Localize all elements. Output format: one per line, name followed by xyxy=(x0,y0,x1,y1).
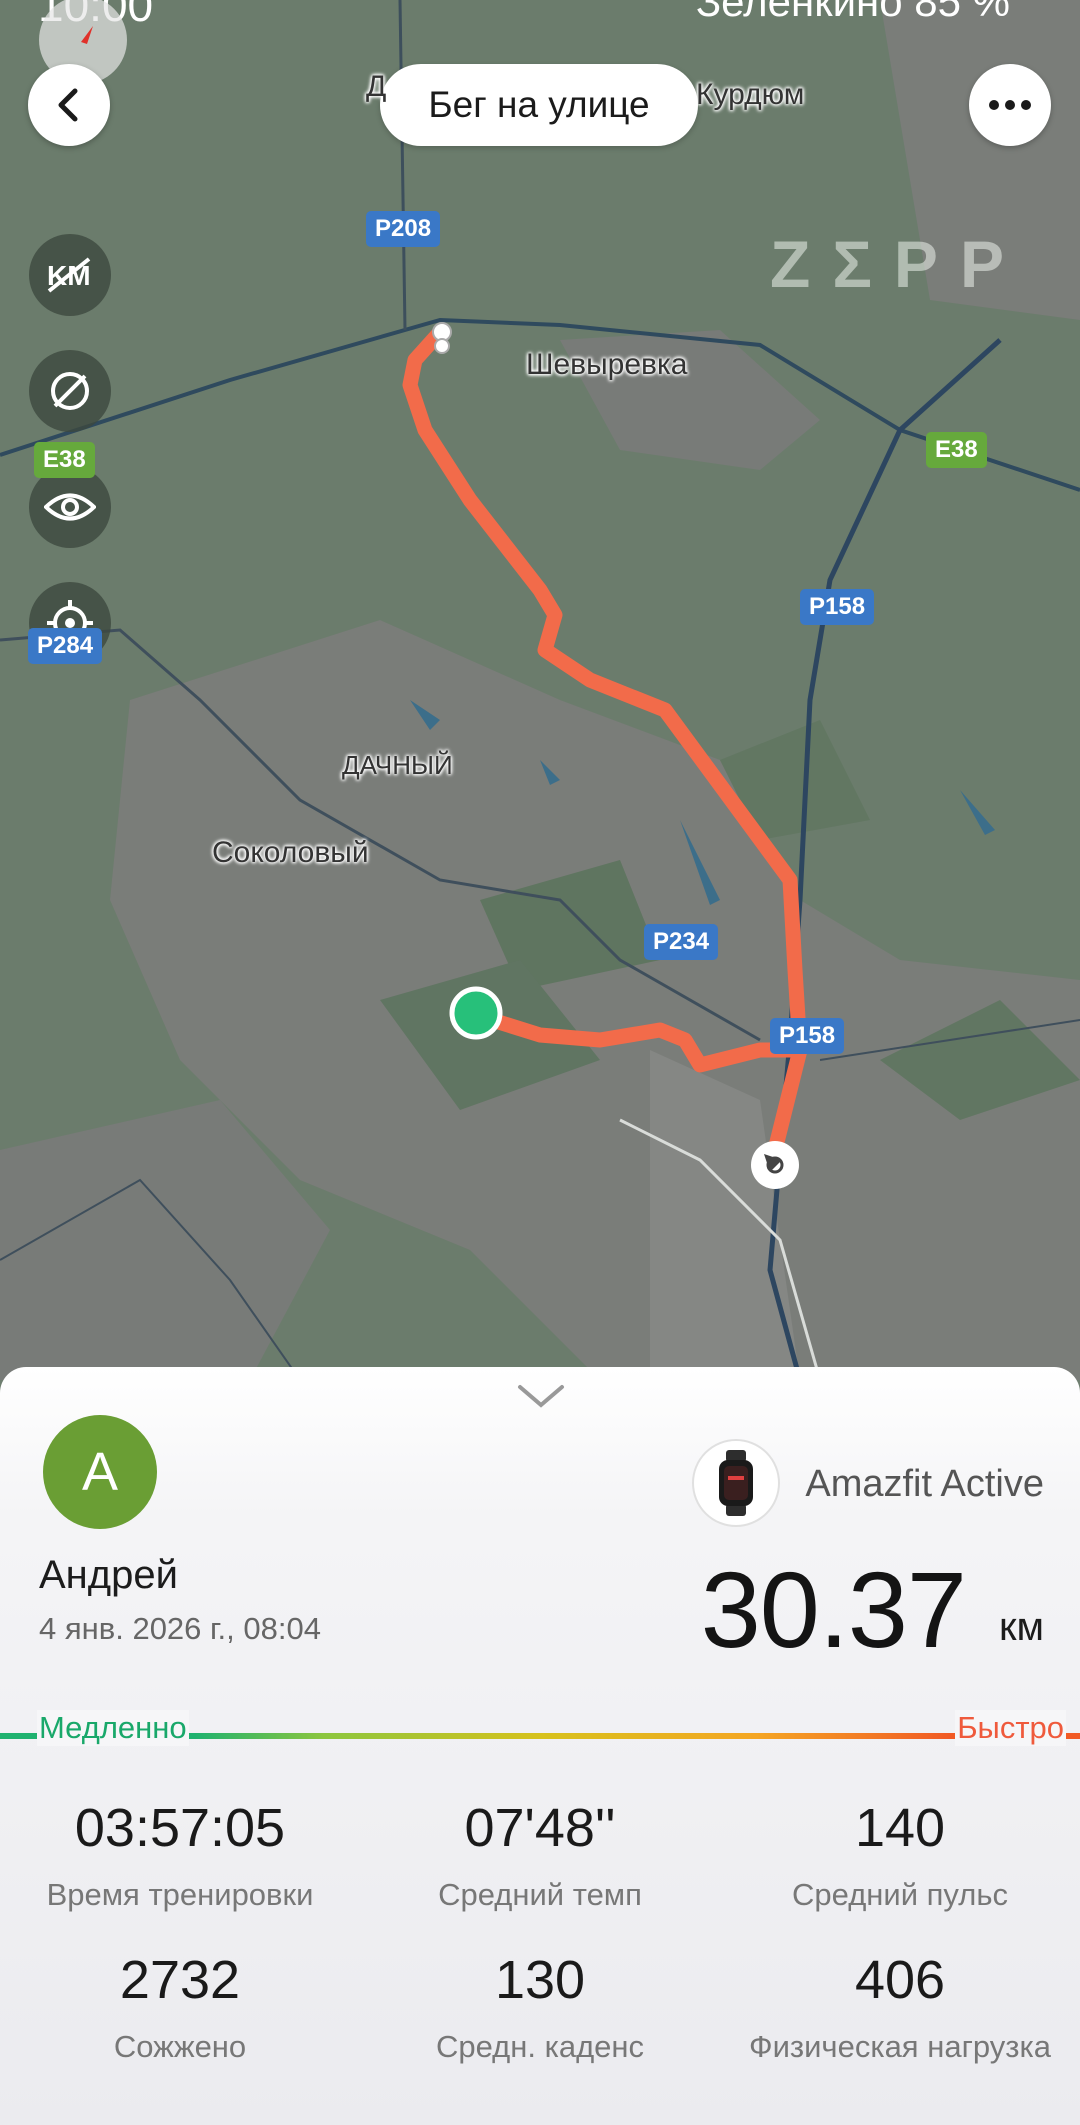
more-button[interactable] xyxy=(969,64,1051,146)
stat-label: Средн. каденс xyxy=(435,2029,645,2064)
stat-value: 07'48'' xyxy=(464,1798,616,1858)
finish-marker xyxy=(751,1141,799,1189)
stat-label: Средний темп xyxy=(438,1877,642,1912)
stat-label: Сожжено xyxy=(113,2029,247,2064)
back-button[interactable] xyxy=(28,64,110,146)
back-arrow-icon xyxy=(58,88,78,122)
route-off-icon xyxy=(51,372,89,410)
device-name: Amazfit Active xyxy=(805,1463,1044,1505)
page-title: Бег на улице xyxy=(380,64,698,146)
workout-date: 4 янв. 2026 г., 08:04 xyxy=(39,1611,321,1646)
road-badge: E38 xyxy=(926,432,987,468)
stat-value: 140 xyxy=(854,1798,946,1858)
stat-label: Физическая нагрузка xyxy=(749,2029,1051,2064)
more-dots-icon xyxy=(989,100,1031,110)
stat-value: 130 xyxy=(494,1950,586,2010)
stat-value: 2732 xyxy=(119,1950,241,2010)
user-name: Андрей xyxy=(39,1553,178,1597)
stat-cadence: 130 Средн. каденс xyxy=(360,1949,720,2065)
stat-duration: 03:57:05 Время тренировки xyxy=(0,1797,360,1913)
road-badge: P158 xyxy=(800,589,875,625)
place-label: Шевыревка xyxy=(526,348,688,381)
zepp-watermark: ZΣPP xyxy=(770,227,1026,301)
status-right: Зеленкино 85 % xyxy=(695,0,1010,25)
place-label: Курдюм xyxy=(696,78,805,111)
start-marker xyxy=(449,986,503,1040)
distance-value: 30.37 xyxy=(700,1549,967,1670)
route-map[interactable] xyxy=(0,0,1080,1380)
road-badge: E38 xyxy=(34,442,95,478)
stat-pace: 07'48'' Средний темп xyxy=(360,1797,720,1913)
road-badge: P234 xyxy=(644,924,719,960)
eye-icon xyxy=(44,493,96,521)
stat-label: Время тренировки xyxy=(46,1877,314,1912)
map-canvas[interactable] xyxy=(0,0,1080,1380)
stat-training-load: 406 Физическая нагрузка xyxy=(720,1949,1080,2065)
stat-value: 406 xyxy=(854,1950,946,2010)
place-label: Соколовый xyxy=(212,836,369,869)
pace-color-toggle[interactable] xyxy=(29,350,111,432)
collapse-chevron-icon[interactable] xyxy=(516,1381,566,1416)
stat-value: 03:57:05 xyxy=(74,1798,286,1858)
view-toggle[interactable] xyxy=(29,466,111,548)
stat-heart-rate: 140 Средний пульс xyxy=(720,1797,1080,1913)
place-label: ДАЧНЫЙ xyxy=(342,750,453,780)
km-icon: KM xyxy=(47,257,91,293)
road-badge: P208 xyxy=(366,211,441,247)
place-label: Д xyxy=(366,70,387,103)
fast-label: Быстро xyxy=(955,1710,1066,1746)
watch-icon xyxy=(692,1439,780,1527)
distance-unit: км xyxy=(999,1605,1044,1649)
avatar[interactable]: A xyxy=(43,1415,157,1529)
km-markers-toggle[interactable]: KM xyxy=(29,234,111,316)
slow-label: Медленно xyxy=(37,1710,189,1746)
workout-summary-panel: A Андрей 4 янв. 2026 г., 08:04 Amazfit A… xyxy=(0,1367,1080,2125)
stat-label: Средний пульс xyxy=(792,1877,1008,1912)
road-badge: P158 xyxy=(770,1018,845,1054)
stat-calories: 2732 Сожжено xyxy=(0,1949,360,2065)
road-badge: P284 xyxy=(28,628,103,664)
